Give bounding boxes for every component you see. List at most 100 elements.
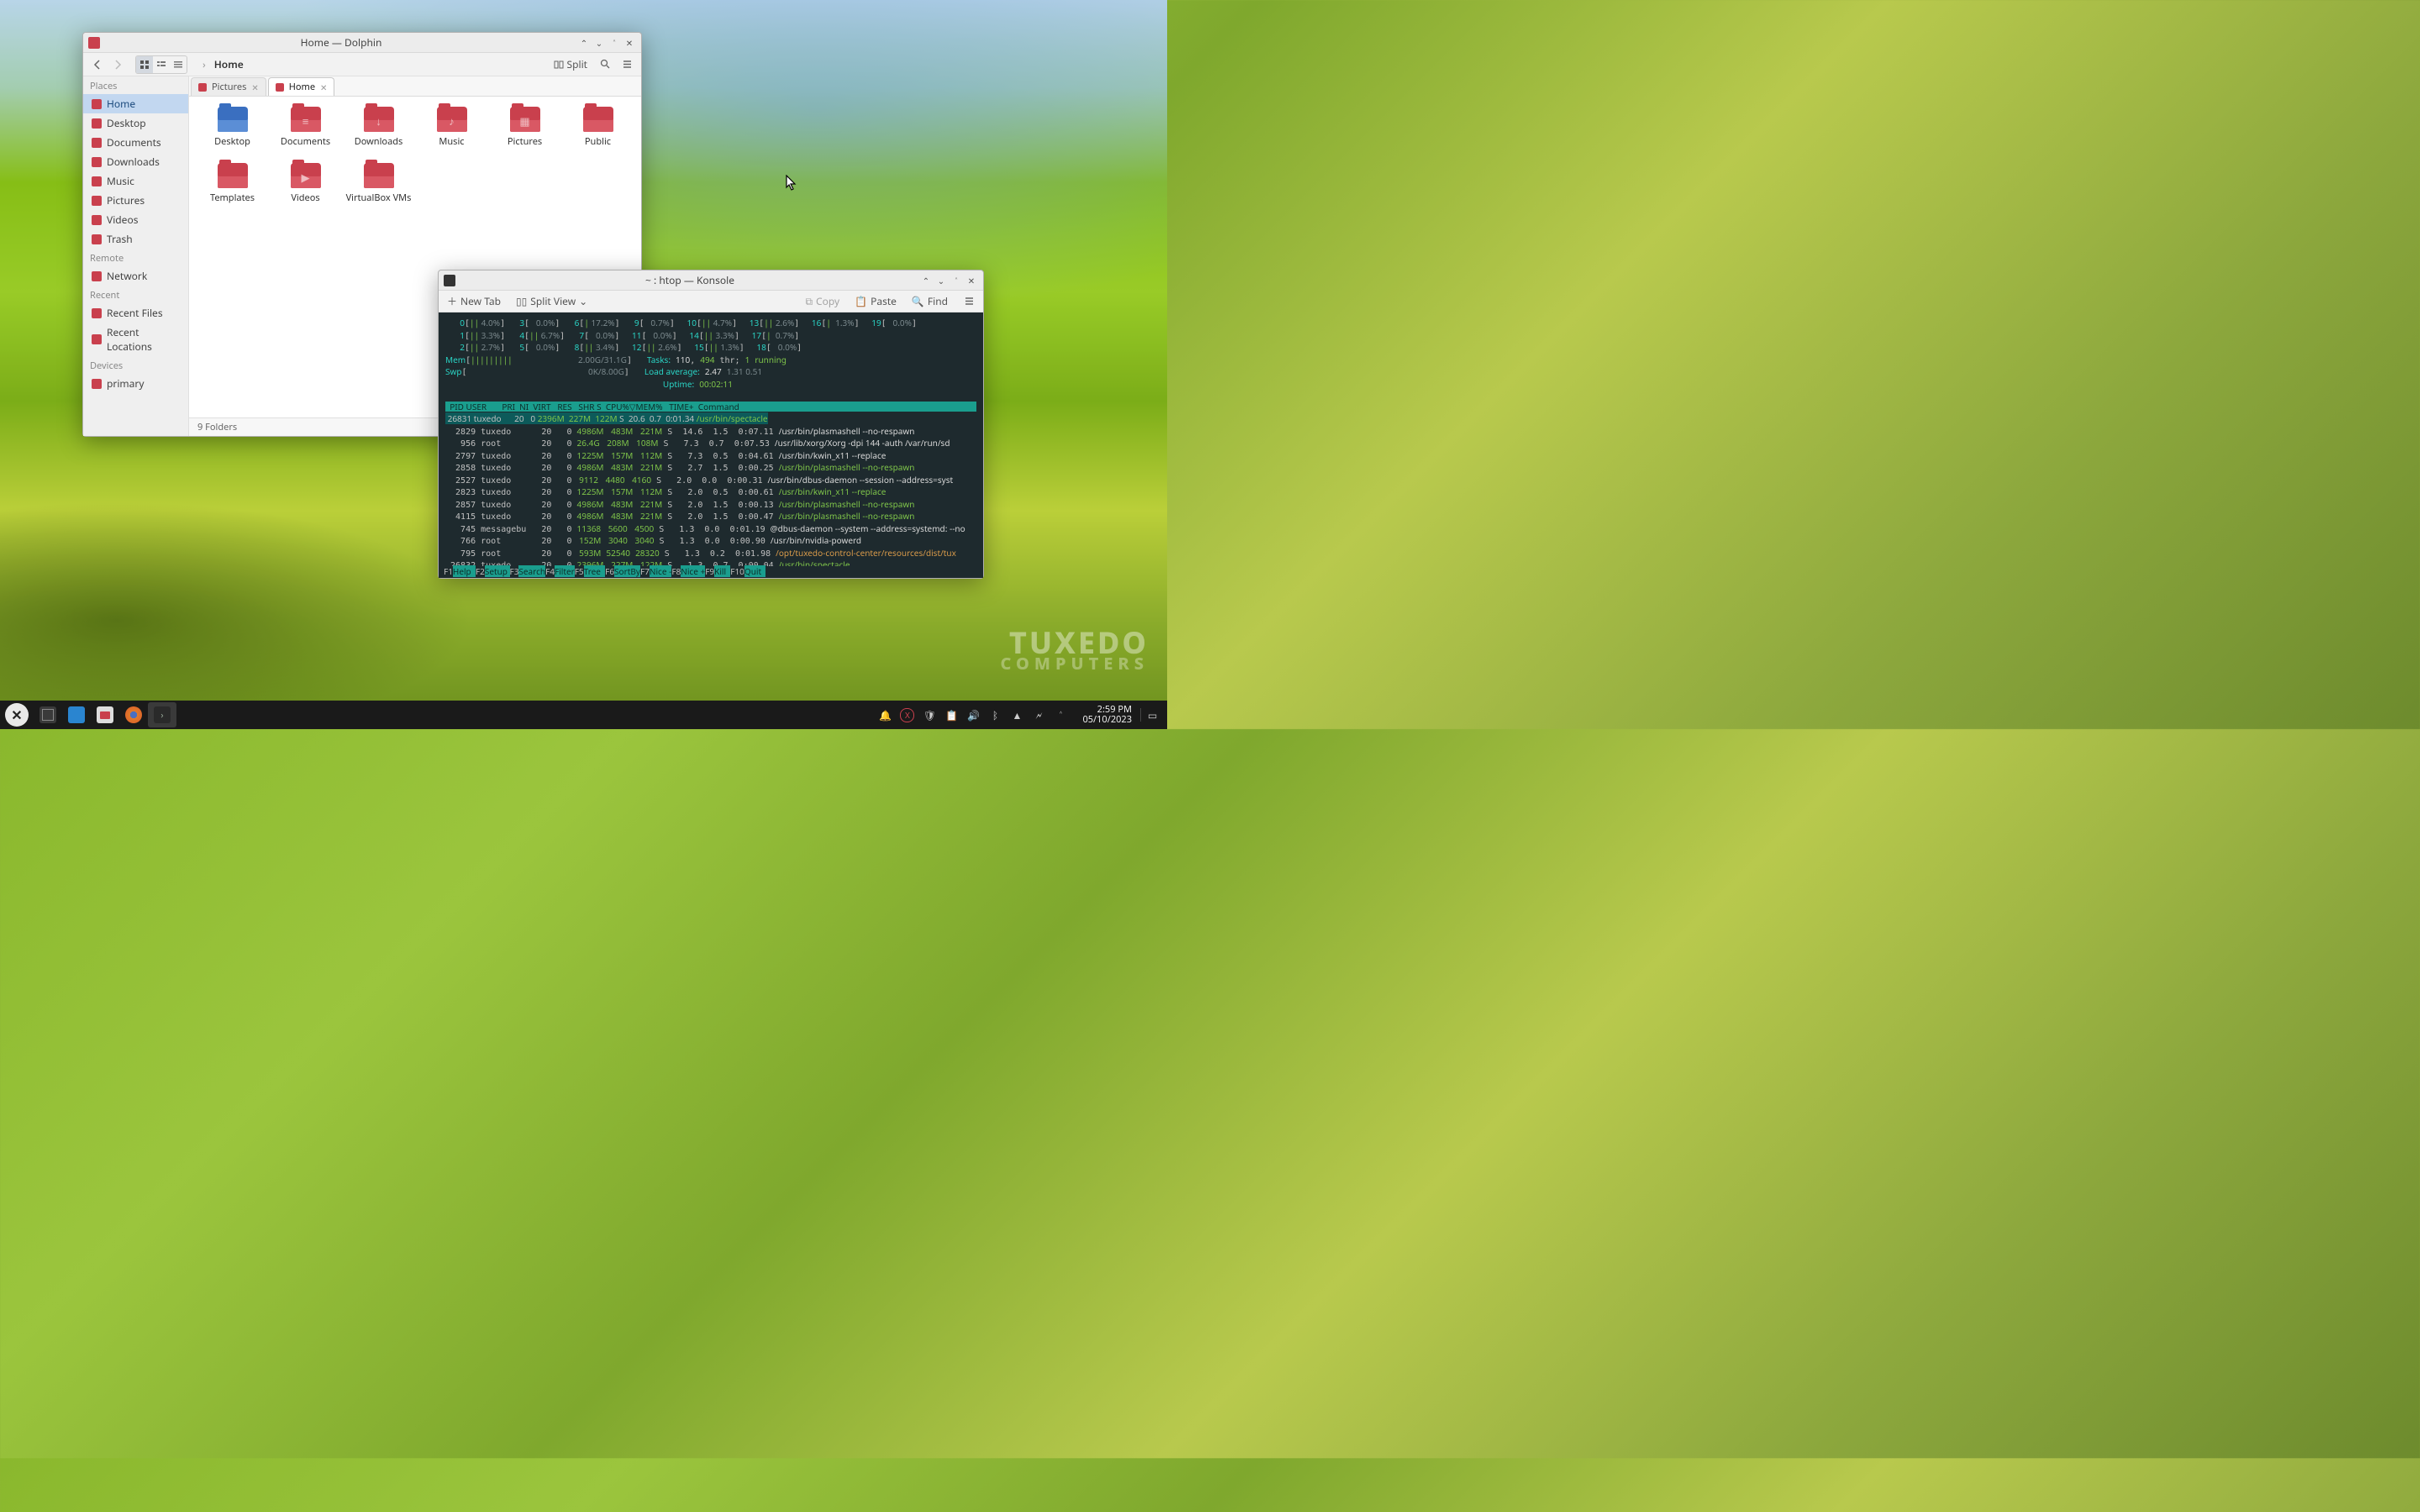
paste-icon: 📋 bbox=[855, 294, 867, 308]
copy-icon: ⧉ bbox=[805, 294, 813, 308]
dolphin-toolbar: › Home Split bbox=[83, 53, 641, 76]
restore-button[interactable]: ⌄ bbox=[592, 36, 606, 50]
folder-icon bbox=[92, 118, 102, 129]
sidebar-item-videos[interactable]: Videos bbox=[83, 210, 188, 229]
paste-button[interactable]: 📋Paste bbox=[851, 292, 900, 310]
dolphin-sidebar: Places HomeDesktopDocumentsDownloadsMusi… bbox=[83, 76, 189, 436]
task-firefox[interactable] bbox=[119, 702, 148, 727]
sidebar-item-primary[interactable]: primary bbox=[83, 374, 188, 393]
system-tray: 🔔 X 🛡 📋 🔊 ᛒ ▲ 🗲 ˄ 2:59 PM 05/10/2023 ▭ bbox=[878, 705, 1162, 725]
sidebar-item-recent-files[interactable]: Recent Files bbox=[83, 303, 188, 323]
folder-icon bbox=[92, 271, 102, 281]
breadcrumb-seg-home[interactable]: Home bbox=[214, 57, 244, 71]
folder-icon bbox=[92, 176, 102, 186]
folder-icon bbox=[276, 83, 284, 92]
forward-button[interactable] bbox=[108, 55, 127, 74]
application-launcher-button[interactable]: ✕ bbox=[5, 703, 29, 727]
konsole-window: ~ : htop — Konsole ⌃ ⌄ ˄ ✕ ＋New Tab ▯▯Sp… bbox=[438, 270, 984, 579]
folder-music[interactable]: ♪Music bbox=[417, 107, 487, 148]
hamburger-menu-button[interactable] bbox=[618, 55, 636, 74]
folder-icon bbox=[92, 308, 102, 318]
tray-volume-icon[interactable]: 🔊 bbox=[966, 708, 980, 722]
terminal-output[interactable]: 0[|| 4.0%] 3[ 0.0%] 6[| 17.2%] 9[ 0.7%] … bbox=[439, 312, 983, 578]
dolphin-title: Home — Dolphin bbox=[105, 35, 577, 50]
close-button[interactable]: ✕ bbox=[965, 274, 978, 287]
folder-icon bbox=[583, 107, 613, 132]
taskbar-panel: ✕ › 🔔 X 🛡 📋 🔊 ᛒ ▲ 🗲 ˄ 2:59 PM 05/10/2023… bbox=[0, 701, 1167, 729]
task-dolphin[interactable] bbox=[91, 702, 119, 727]
chevron-down-icon: ⌄ bbox=[579, 294, 587, 308]
copy-button[interactable]: ⧉Copy bbox=[802, 292, 843, 310]
back-button[interactable] bbox=[88, 55, 107, 74]
task-konsole[interactable]: › bbox=[148, 702, 176, 727]
plus-icon: ＋ bbox=[447, 294, 457, 308]
tray-network-icon[interactable]: ▲ bbox=[1010, 708, 1023, 722]
details-view-button[interactable] bbox=[170, 56, 187, 73]
tray-clipboard-icon[interactable]: 📋 bbox=[944, 708, 958, 722]
folder-icon bbox=[92, 379, 102, 389]
restore-button[interactable]: ⌄ bbox=[934, 274, 948, 287]
task-discover[interactable] bbox=[62, 702, 91, 727]
folder-documents[interactable]: ≡Documents bbox=[271, 107, 340, 148]
tray-updates-icon[interactable]: 🛡 bbox=[923, 708, 936, 722]
folder-icon bbox=[218, 107, 248, 132]
folder-public[interactable]: Public bbox=[563, 107, 633, 148]
sidebar-item-network[interactable]: Network bbox=[83, 266, 188, 286]
tab-pictures[interactable]: Pictures✕ bbox=[191, 77, 266, 96]
tab-home[interactable]: Home✕ bbox=[268, 77, 335, 96]
maximize-button[interactable]: ˄ bbox=[950, 274, 963, 287]
folder-icon bbox=[198, 83, 207, 92]
close-button[interactable]: ✕ bbox=[623, 36, 636, 50]
icons-view-button[interactable] bbox=[136, 56, 153, 73]
folder-icon bbox=[218, 163, 248, 188]
split-button[interactable]: Split bbox=[549, 57, 593, 71]
konsole-titlebar[interactable]: ~ : htop — Konsole ⌃ ⌄ ˄ ✕ bbox=[439, 270, 983, 291]
tray-battery-icon[interactable]: 🗲 bbox=[1032, 708, 1045, 722]
compact-view-button[interactable] bbox=[153, 56, 170, 73]
folder-virtualbox-vms[interactable]: VirtualBox VMs bbox=[344, 163, 413, 204]
konsole-toolbar: ＋New Tab ▯▯Split View ⌄ ⧉Copy 📋Paste 🔍Fi… bbox=[439, 291, 983, 312]
folder-downloads[interactable]: ↓Downloads bbox=[344, 107, 413, 148]
minimize-button[interactable]: ⌃ bbox=[577, 36, 591, 50]
show-desktop-button[interactable]: ▭ bbox=[1140, 708, 1157, 722]
tab-close-button[interactable]: ✕ bbox=[320, 81, 327, 93]
breadcrumb[interactable]: › Home bbox=[191, 57, 545, 71]
sidebar-section-recent: Recent bbox=[83, 286, 188, 303]
sidebar-item-trash[interactable]: Trash bbox=[83, 229, 188, 249]
sidebar-item-recent-locations[interactable]: Recent Locations bbox=[83, 323, 188, 356]
task-desktop-pager[interactable] bbox=[34, 702, 62, 727]
sidebar-section-devices: Devices bbox=[83, 356, 188, 374]
chevron-right-icon: › bbox=[203, 57, 206, 71]
search-button[interactable] bbox=[596, 55, 614, 74]
sidebar-item-desktop[interactable]: Desktop bbox=[83, 113, 188, 133]
folder-desktop[interactable]: Desktop bbox=[197, 107, 267, 148]
folder-templates[interactable]: Templates bbox=[197, 163, 267, 204]
maximize-button[interactable]: ˄ bbox=[608, 36, 621, 50]
tray-notifications-icon[interactable]: 🔔 bbox=[878, 708, 892, 722]
folder-icon bbox=[92, 138, 102, 148]
folder-pictures[interactable]: ▦Pictures bbox=[490, 107, 560, 148]
hamburger-menu-button[interactable] bbox=[960, 292, 978, 311]
sidebar-item-downloads[interactable]: Downloads bbox=[83, 152, 188, 171]
sidebar-item-music[interactable]: Music bbox=[83, 171, 188, 191]
sidebar-item-home[interactable]: Home bbox=[83, 94, 188, 113]
sidebar-item-pictures[interactable]: Pictures bbox=[83, 191, 188, 210]
folder-icon: ♪ bbox=[437, 107, 467, 132]
search-icon: 🔍 bbox=[912, 294, 924, 308]
dolphin-titlebar[interactable]: Home — Dolphin ⌃ ⌄ ˄ ✕ bbox=[83, 33, 641, 53]
find-button[interactable]: 🔍Find bbox=[908, 292, 951, 310]
tray-bluetooth-icon[interactable]: ᛒ bbox=[988, 708, 1002, 722]
folder-icon bbox=[92, 215, 102, 225]
tray-tuxedo-icon[interactable]: X bbox=[900, 708, 914, 722]
folder-icon: ≡ bbox=[291, 107, 321, 132]
sidebar-item-documents[interactable]: Documents bbox=[83, 133, 188, 152]
sidebar-section-places: Places bbox=[83, 76, 188, 94]
new-tab-button[interactable]: ＋New Tab bbox=[444, 292, 504, 310]
minimize-button[interactable]: ⌃ bbox=[919, 274, 933, 287]
split-view-button[interactable]: ▯▯Split View ⌄ bbox=[513, 292, 591, 310]
panel-clock[interactable]: 2:59 PM 05/10/2023 bbox=[1082, 705, 1132, 725]
split-icon: ▯▯ bbox=[516, 294, 527, 308]
tray-expand-icon[interactable]: ˄ bbox=[1054, 708, 1067, 722]
tab-close-button[interactable]: ✕ bbox=[251, 81, 258, 93]
folder-videos[interactable]: ▶Videos bbox=[271, 163, 340, 204]
